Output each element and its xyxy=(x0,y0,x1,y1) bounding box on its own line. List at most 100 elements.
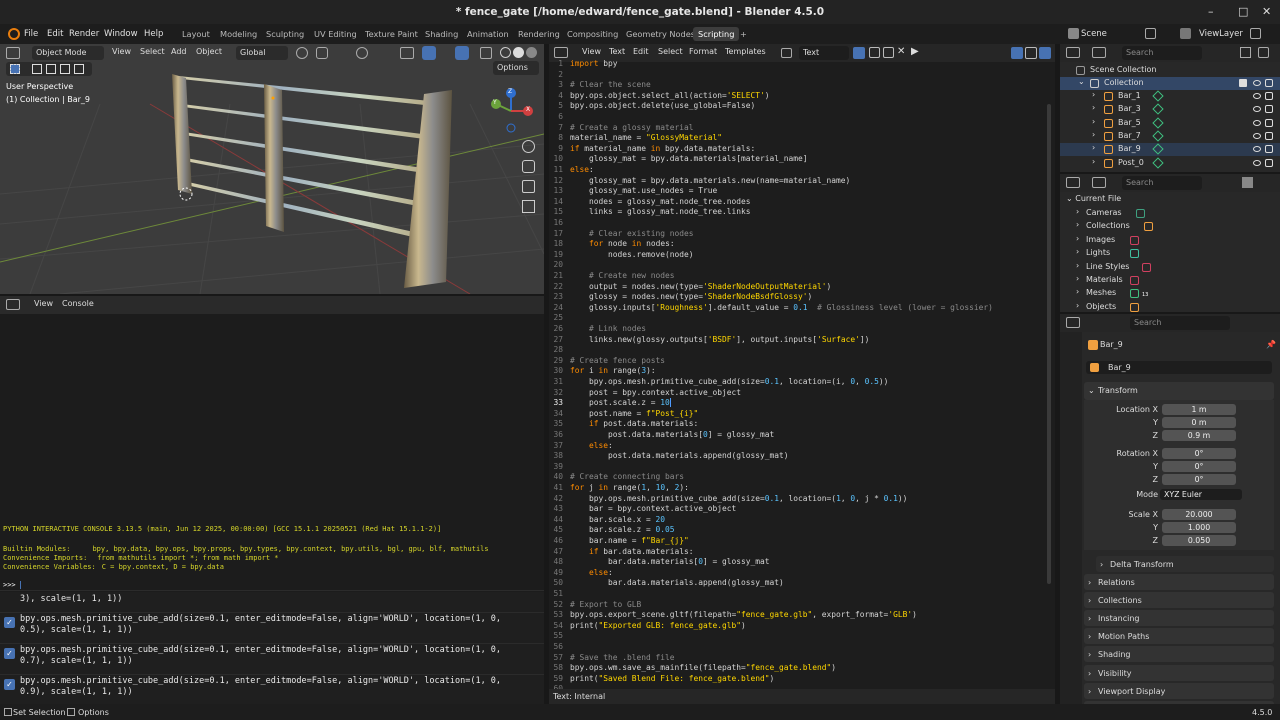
code-line[interactable]: 27 links.new(glossy.outputs['BSDF'], out… xyxy=(549,335,1055,346)
code-line[interactable]: 51 xyxy=(549,589,1055,600)
view-layer-name[interactable]: ViewLayer xyxy=(1199,29,1243,39)
editor-type-icon[interactable] xyxy=(6,299,20,310)
rotation-x-field[interactable]: 0° xyxy=(1162,448,1236,459)
code-line[interactable]: 33 post.scale.z = 10 xyxy=(549,398,1055,409)
code-line[interactable]: 23 glossy = nodes.new(type='ShaderNodeBs… xyxy=(549,292,1055,303)
expand-arrow-icon[interactable]: › xyxy=(1088,632,1091,641)
panel-relations[interactable]: › Relations xyxy=(1084,574,1274,590)
editor-type-icon[interactable] xyxy=(1066,317,1080,328)
grid-view-icon[interactable] xyxy=(522,200,535,213)
code-line[interactable]: 26 # Link nodes xyxy=(549,324,1055,335)
code-line[interactable]: 21 # Create new nodes xyxy=(549,271,1055,282)
expand-arrow-icon[interactable]: › xyxy=(1092,157,1095,166)
info-log-row[interactable]: ✓ bpy.ops.mesh.primitive_cube_add(size=0… xyxy=(0,674,544,704)
new-scene-icon[interactable] xyxy=(1145,28,1156,39)
code-line[interactable]: 57 # Save the .blend file xyxy=(549,653,1055,664)
text-browse-icon[interactable] xyxy=(781,48,792,58)
expand-arrow-icon[interactable]: › xyxy=(1076,234,1079,243)
eye-icon[interactable] xyxy=(1253,106,1261,113)
code-line[interactable]: 7 # Create a glossy material xyxy=(549,123,1055,134)
code-line[interactable]: 3 # Clear the scene xyxy=(549,80,1055,91)
open-text-icon[interactable] xyxy=(883,47,894,58)
outliner-item-bar-1[interactable]: › Bar_1 xyxy=(1060,90,1280,103)
menu-window[interactable]: Window xyxy=(104,29,138,39)
expand-arrow-icon[interactable]: › xyxy=(1092,143,1095,152)
code-line[interactable]: 30 for i in range(3): xyxy=(549,366,1055,377)
expand-arrow-icon[interactable]: › xyxy=(1100,560,1103,569)
blend-file-browser[interactable]: Search ⌄ Current File › Cameras › Collection… xyxy=(1060,174,1280,312)
eye-icon[interactable] xyxy=(1253,132,1261,139)
render-visibility-icon[interactable] xyxy=(1265,105,1273,114)
close-button[interactable]: ✕ xyxy=(1262,5,1271,18)
rotation-y-field[interactable]: 0° xyxy=(1162,461,1236,472)
console-menu-console[interactable]: Console xyxy=(62,299,94,308)
tab-rendering[interactable]: Rendering xyxy=(518,29,560,39)
tab-compositing[interactable]: Compositing xyxy=(567,29,618,39)
panel-shading[interactable]: › Shading xyxy=(1084,646,1274,663)
code-line[interactable]: 6 xyxy=(549,112,1055,123)
code-line[interactable]: 49 else: xyxy=(549,568,1055,579)
add-workspace-icon[interactable]: + xyxy=(740,29,747,39)
outliner-item-bar-5[interactable]: › Bar_5 xyxy=(1060,117,1280,130)
code-line[interactable]: 32 post = bpy.context.active_object xyxy=(549,388,1055,399)
editor-type-icon[interactable] xyxy=(1066,177,1080,188)
code-line[interactable]: 25 xyxy=(549,313,1055,324)
code-line[interactable]: 19 nodes.remove(node) xyxy=(549,250,1055,261)
menu-render[interactable]: Render xyxy=(69,29,99,39)
code-line[interactable]: 20 xyxy=(549,260,1055,271)
tab-modeling[interactable]: Modeling xyxy=(220,29,257,39)
editor-scrollbar[interactable] xyxy=(1047,104,1051,584)
syntax-highlight-toggle-icon[interactable] xyxy=(1039,47,1051,59)
render-visibility-icon[interactable] xyxy=(1265,131,1273,140)
panel-instancing[interactable]: › Instancing xyxy=(1084,610,1274,627)
code-line[interactable]: 46 bar.name = f"Bar_{j}" xyxy=(549,536,1055,547)
editor-menu-format[interactable]: Format xyxy=(689,47,717,56)
render-visibility-icon[interactable] xyxy=(1265,145,1273,154)
menu-file[interactable]: File xyxy=(24,29,38,39)
editor-menu-edit[interactable]: Edit xyxy=(633,47,649,56)
eye-icon[interactable] xyxy=(1253,146,1261,153)
properties-search[interactable]: Search xyxy=(1130,316,1230,330)
tab-scripting[interactable]: Scripting xyxy=(693,27,740,41)
code-line[interactable]: 40 # Create connecting bars xyxy=(549,472,1055,483)
code-line[interactable]: 1 import bpy xyxy=(549,59,1055,70)
code-line[interactable]: 15 links = glossy_mat.node_tree.links xyxy=(549,207,1055,218)
expand-arrow-icon[interactable]: › xyxy=(1076,301,1079,310)
expand-arrow-icon[interactable]: › xyxy=(1076,274,1079,283)
zoom-icon[interactable] xyxy=(522,140,535,153)
eye-icon[interactable] xyxy=(1253,159,1261,166)
menu-edit[interactable]: Edit xyxy=(47,29,63,39)
console-menu-view[interactable]: View xyxy=(34,299,53,308)
blender-logo-icon[interactable] xyxy=(8,28,20,40)
scene-name[interactable]: Scene xyxy=(1081,29,1107,39)
filter-icon[interactable] xyxy=(1240,47,1251,58)
code-area[interactable]: 1 import bpy 2 3 # Clear the scene 4 bpy.ops.o… xyxy=(549,59,1055,693)
code-line[interactable]: 53 bpy.ops.export_scene.gltf(filepath="fe… xyxy=(549,610,1055,621)
info-log-row[interactable]: ✓ bpy.ops.mesh.primitive_cube_add(size=0… xyxy=(0,612,544,642)
code-line[interactable]: 56 xyxy=(549,642,1055,653)
outliner-search[interactable]: Search xyxy=(1122,46,1202,60)
expand-arrow-icon[interactable]: › xyxy=(1076,247,1079,256)
code-line[interactable]: 31 bpy.ops.mesh.primitive_cube_add(size=… xyxy=(549,377,1055,388)
word-wrap-toggle-icon[interactable] xyxy=(1025,47,1037,59)
python-console[interactable]: View Console PYTHON INTERACTIVE CONSOLE … xyxy=(0,296,544,592)
expand-arrow-icon[interactable]: › xyxy=(1092,103,1095,112)
new-view-layer-icon[interactable] xyxy=(1250,28,1261,39)
tab-layout[interactable]: Layout xyxy=(182,29,210,39)
code-line[interactable]: 44 bar.scale.x = 20 xyxy=(549,515,1055,526)
tab-shading[interactable]: Shading xyxy=(425,29,458,39)
camera-view-icon[interactable] xyxy=(522,180,535,193)
editor-menu-templates[interactable]: Templates xyxy=(725,47,766,56)
outliner-item-post-0[interactable]: › Post_0 xyxy=(1060,157,1280,170)
code-line[interactable]: 37 else: xyxy=(549,441,1055,452)
eye-icon[interactable] xyxy=(1253,119,1261,126)
code-line[interactable]: 13 glossy_mat.use_nodes = True xyxy=(549,186,1055,197)
navigation-gizmo[interactable]: Z X Y xyxy=(488,88,534,134)
console-prompt[interactable]: >>> xyxy=(3,581,21,589)
editor-menu-view[interactable]: View xyxy=(582,47,601,56)
code-line[interactable]: 45 bar.scale.z = 0.05 xyxy=(549,525,1055,536)
code-line[interactable]: 39 xyxy=(549,462,1055,473)
code-line[interactable]: 4 bpy.ops.object.select_all(action='SELEC… xyxy=(549,91,1055,102)
menu-help[interactable]: Help xyxy=(144,29,163,39)
expand-arrow-icon[interactable]: › xyxy=(1088,687,1091,696)
